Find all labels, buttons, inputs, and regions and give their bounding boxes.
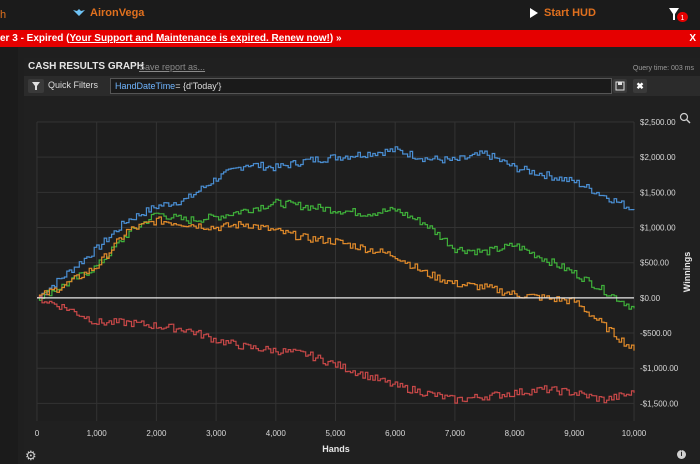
x-axis-title: Hands	[322, 444, 350, 454]
info-icon[interactable]: i	[677, 450, 686, 459]
y-tick-label: $2,000.00	[640, 153, 676, 162]
y-tick-label: $1,000.00	[640, 224, 676, 233]
x-tick-label: 10,000	[622, 429, 647, 438]
y-tick-label: $1,500.00	[640, 188, 676, 197]
y-axis-title: Winnings	[682, 252, 692, 292]
zoom-icon[interactable]	[679, 112, 691, 124]
y-tick-label: $2,500.00	[640, 118, 676, 127]
gear-icon[interactable]: ⚙	[25, 448, 37, 464]
y-tick-label: $500.00	[640, 259, 669, 268]
cash-results-chart: 0 1,000 2,000 3,000 4,000 5,000 6,000 7,000 8,00…	[35, 112, 692, 454]
y-tick-label: -$500.00	[640, 329, 672, 338]
x-tick-label: 0	[35, 429, 40, 438]
x-tick-label: 9,000	[564, 429, 585, 438]
x-tick-label: 2,000	[146, 429, 167, 438]
x-tick-label: 7,000	[445, 429, 466, 438]
x-tick-label: 6,000	[385, 429, 406, 438]
x-tick-label: 3,000	[206, 429, 227, 438]
y-tick-label: $0.00	[640, 294, 661, 303]
x-tick-label: 1,000	[87, 429, 108, 438]
x-tick-label: 8,000	[505, 429, 526, 438]
chart-grid	[36, 121, 635, 421]
y-tick-label: -$1,000.00	[640, 364, 679, 373]
x-tick-label: 4,000	[266, 429, 287, 438]
y-tick-label: -$1,500.00	[640, 399, 679, 408]
x-tick-label: 5,000	[325, 429, 346, 438]
